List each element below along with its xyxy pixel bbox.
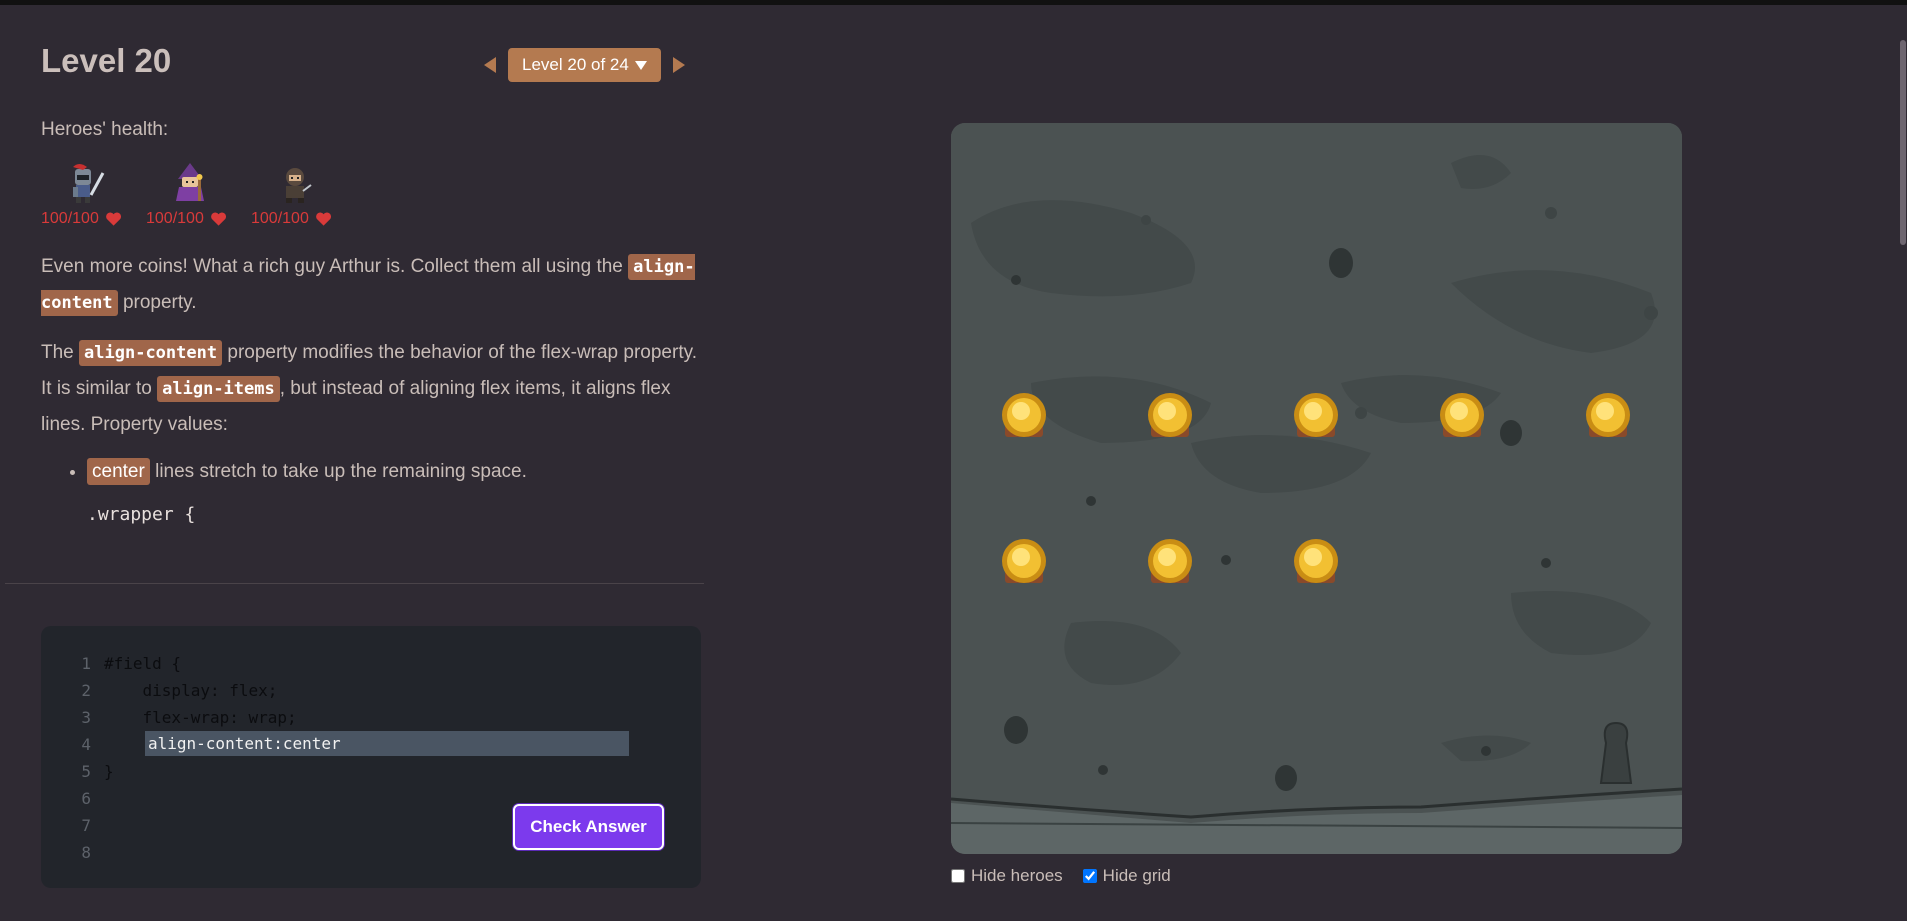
caret-down-icon <box>634 60 647 70</box>
page-scrollbar[interactable] <box>1899 5 1907 921</box>
list-item: center lines stretch to take up the rema… <box>87 454 701 489</box>
coin-icon <box>1148 393 1192 437</box>
health-label: Heroes' health: <box>41 119 169 140</box>
level-navigation: Level 20 of 24 <box>484 48 685 82</box>
line-number: 8 <box>81 843 91 862</box>
line-number: 4 <box>81 735 91 754</box>
code-line-3: flex-wrap: wrap; <box>104 708 297 727</box>
instructions-panel[interactable]: Heroes' health: 100/100 100/100 100/100 … <box>41 112 701 582</box>
heart-icon <box>105 212 121 226</box>
value-description: lines stretch to take up the remaining s… <box>155 461 527 482</box>
line-numbers: 1 2 3 4 5 6 7 8 <box>71 650 91 866</box>
code-snippet: .wrapper { <box>87 504 196 525</box>
coin-icon <box>1586 393 1630 437</box>
code-align-content: align-content <box>79 340 223 366</box>
previous-level-arrow-icon[interactable] <box>484 57 496 73</box>
answer-input[interactable] <box>145 731 629 756</box>
coin-icon <box>1440 393 1484 437</box>
explanation-text-start: The <box>41 342 74 363</box>
hero-rogue: 100/100 <box>251 161 332 229</box>
knight-hp-value: 100/100 <box>41 210 99 227</box>
coin-icon <box>1148 539 1192 583</box>
coin-icon <box>1002 539 1046 583</box>
knight-sprite-icon <box>63 161 107 205</box>
page-title: Level 20 <box>41 42 172 79</box>
code-line-5: } <box>104 762 114 781</box>
line-number: 2 <box>81 681 91 700</box>
game-board <box>951 123 1682 854</box>
rogue-sprite-icon <box>273 161 317 205</box>
rogue-hp-value: 100/100 <box>251 210 309 227</box>
line-number: 7 <box>81 816 91 835</box>
line-number: 3 <box>81 708 91 727</box>
next-level-arrow-icon[interactable] <box>672 57 685 73</box>
hide-grid-checkbox[interactable] <box>1082 869 1097 883</box>
divider <box>5 583 704 584</box>
heroes-health-list: 100/100 100/100 100/100 <box>41 161 701 229</box>
code-lines: #field { display: flex; flex-wrap: wrap;… <box>104 650 297 785</box>
heart-icon <box>315 212 331 226</box>
hide-grid-option[interactable]: Hide grid <box>1082 866 1171 886</box>
board-options: Hide heroes Hide grid <box>951 866 1171 886</box>
code-align-items: align-items <box>157 376 280 402</box>
check-answer-button[interactable]: Check Answer <box>513 804 664 850</box>
wizard-hp-value: 100/100 <box>146 210 204 227</box>
intro-text-end: property. <box>122 292 197 313</box>
line-number: 1 <box>81 654 91 673</box>
coin-icon <box>1294 393 1338 437</box>
heart-icon <box>210 212 226 226</box>
value-center-tag: center <box>87 458 150 485</box>
line-number: 6 <box>81 789 91 808</box>
hide-heroes-checkbox[interactable] <box>951 869 965 883</box>
intro-text: Even more coins! What a rich guy Arthur … <box>41 256 623 277</box>
intro-paragraph: Even more coins! What a rich guy Arthur … <box>41 249 701 321</box>
hide-grid-label: Hide grid <box>1102 866 1171 885</box>
hero-wizard: 100/100 <box>146 161 227 229</box>
coin-icon <box>1294 539 1338 583</box>
level-select-label: Level 20 of 24 <box>522 55 629 74</box>
scrollbar-thumb[interactable] <box>1900 40 1906 245</box>
hide-heroes-option[interactable]: Hide heroes <box>951 866 1063 886</box>
code-editor: 1 2 3 4 5 6 7 8 #field { display: flex; … <box>41 626 701 888</box>
hero-knight: 100/100 <box>41 161 122 229</box>
board-terrain <box>951 123 1682 854</box>
wizard-sprite-icon <box>168 161 212 205</box>
line-number: 5 <box>81 762 91 781</box>
level-select-button[interactable]: Level 20 of 24 <box>508 48 661 82</box>
coin-icon <box>1002 393 1046 437</box>
code-line-1: #field { <box>104 654 182 673</box>
code-line-2: display: flex; <box>104 681 278 700</box>
explanation-paragraph: The align-content property modifies the … <box>41 335 701 442</box>
property-values-list: center lines stretch to take up the rema… <box>41 454 701 489</box>
hide-heroes-label: Hide heroes <box>971 866 1063 885</box>
